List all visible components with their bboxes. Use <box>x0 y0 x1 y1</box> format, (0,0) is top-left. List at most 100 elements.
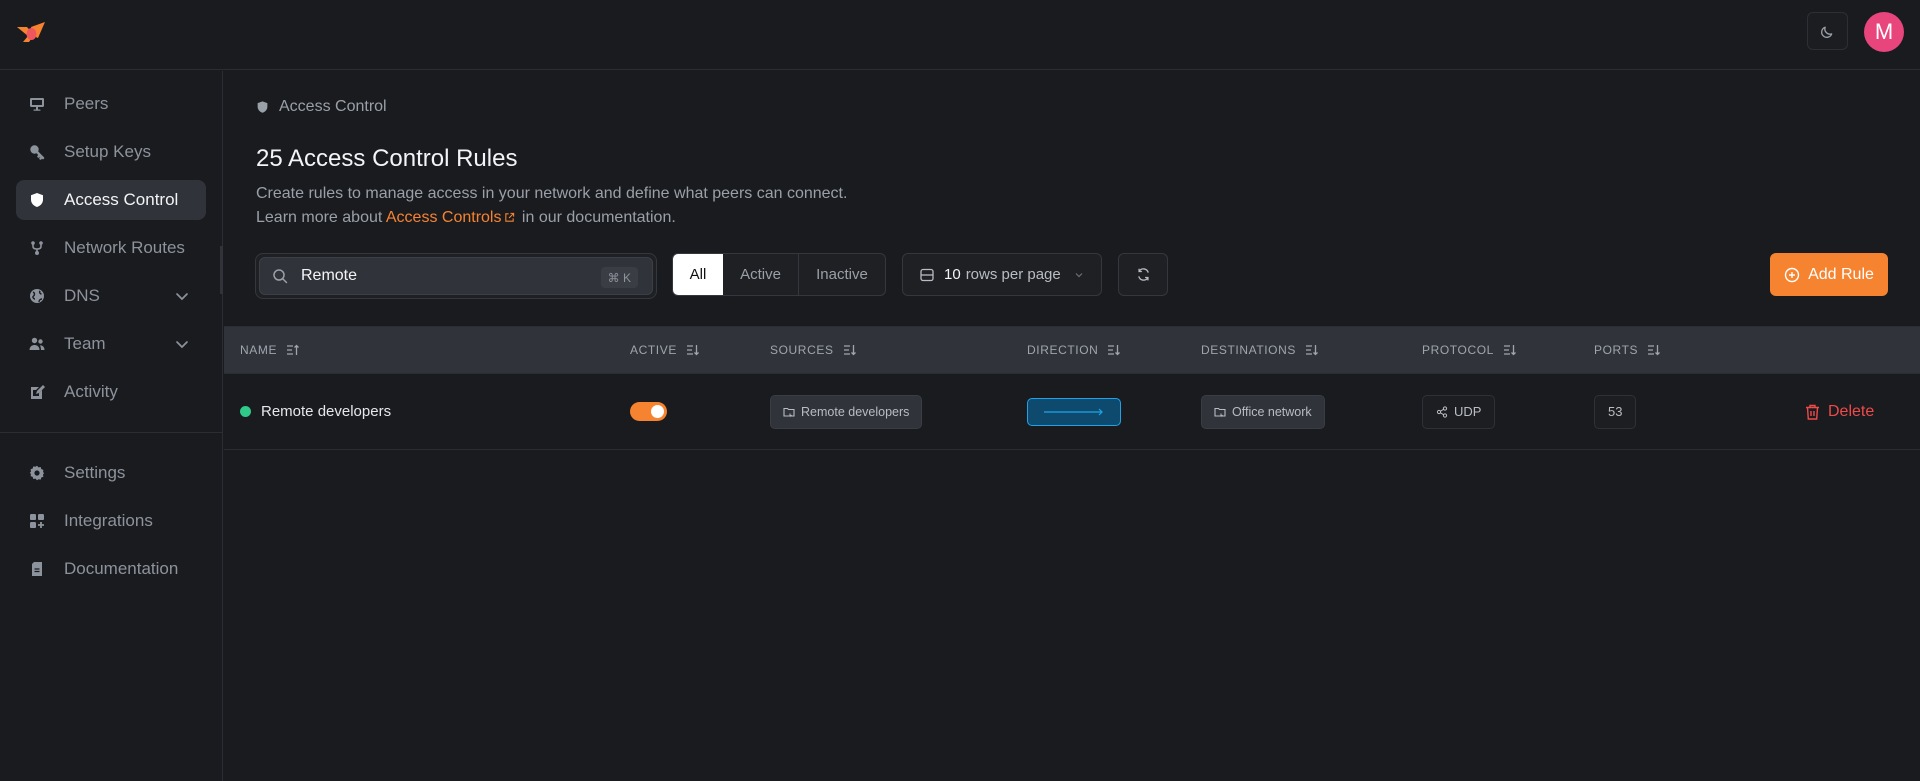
chevron-down-icon[interactable] <box>174 288 190 304</box>
direction-cell <box>1027 374 1121 449</box>
arrow-right-icon <box>1044 408 1103 415</box>
globe-icon <box>28 287 46 305</box>
rows-per-page-count: 10 <box>944 266 961 283</box>
sidebar-divider <box>0 432 222 433</box>
filter-inactive-button[interactable]: Inactive <box>799 254 885 295</box>
user-avatar[interactable]: M <box>1864 12 1904 52</box>
refresh-button[interactable] <box>1118 253 1168 296</box>
shield-icon <box>28 191 46 209</box>
sort-ascending-icon <box>287 344 300 355</box>
share-nodes-icon <box>1436 405 1448 418</box>
protocol-cell: UDP <box>1422 374 1496 449</box>
sidebar-item-label: DNS <box>64 286 100 305</box>
protocol-badge: UDP <box>1422 394 1496 429</box>
search-input[interactable] <box>301 267 581 285</box>
ports-cell: 53 <box>1594 374 1637 449</box>
sidebar-item-activity[interactable]: Activity <box>16 372 206 412</box>
sidebar-item-setup-keys[interactable]: Setup Keys <box>16 132 206 172</box>
rules-table: NAME ACTIVE SOURCES DIRECTION DESTINATIO… <box>224 326 1920 450</box>
sidebar-item-label: Peers <box>64 94 109 113</box>
sidebar-item-settings[interactable]: Settings <box>16 453 206 493</box>
column-header-direction[interactable]: DIRECTION <box>1027 327 1121 373</box>
folder-group-icon <box>783 407 795 417</box>
shield-icon <box>257 101 268 113</box>
sidebar-item-label: Access Control <box>64 190 179 209</box>
filter-active-button[interactable]: Active <box>723 254 799 295</box>
access-controls-docs-link[interactable]: Access Controls <box>386 209 518 226</box>
sidebar-item-label: Activity <box>64 382 118 401</box>
sidebar-item-label: Documentation <box>64 559 179 578</box>
table-header: NAME ACTIVE SOURCES DIRECTION DESTINATIO… <box>224 326 1920 374</box>
status-indicator-active <box>240 406 251 417</box>
destinations-cell: Office network <box>1201 374 1325 449</box>
breadcrumb: Access Control <box>256 98 387 116</box>
delete-rule-button[interactable]: Delete <box>1805 403 1874 421</box>
sidebar-item-network-routes[interactable]: Network Routes <box>16 228 206 268</box>
monitor-icon <box>28 95 46 113</box>
sidebar-item-dns[interactable]: DNS <box>16 276 206 316</box>
sidebar-item-integrations[interactable]: Integrations <box>16 501 206 541</box>
rule-name: Remote developers <box>261 403 392 420</box>
netbird-logo-icon[interactable] <box>16 21 46 43</box>
route-fork-icon <box>28 239 46 257</box>
sidebar-item-label: Network Routes <box>64 238 185 257</box>
sidebar-item-label: Team <box>64 334 106 353</box>
page-title: 25 Access Control Rules <box>256 145 518 172</box>
sort-descending-icon <box>686 345 699 356</box>
sidebar-item-label: Integrations <box>64 511 153 530</box>
sidebar: Peers Setup Keys Access Control Network … <box>0 71 223 781</box>
column-header-destinations[interactable]: DESTINATIONS <box>1201 327 1319 373</box>
sidebar-item-team[interactable]: Team <box>16 324 206 364</box>
rows-per-page-label: rows per page <box>965 266 1061 283</box>
chevron-down-icon[interactable] <box>174 336 190 352</box>
destination-group-chip[interactable]: Office network <box>1201 394 1325 429</box>
breadcrumb-item[interactable]: Access Control <box>279 98 387 116</box>
sidebar-item-access-control[interactable]: Access Control <box>16 180 206 220</box>
sidebar-item-label: Settings <box>64 463 126 482</box>
source-group-chip[interactable]: Remote developers <box>770 394 923 429</box>
rows-icon <box>920 268 934 281</box>
description-text: Learn more about <box>256 209 383 226</box>
sort-descending-icon <box>1108 345 1121 356</box>
search-icon <box>273 269 288 284</box>
rows-per-page-select[interactable]: 10 rows per page <box>902 253 1102 296</box>
sidebar-item-peers[interactable]: Peers <box>16 84 206 124</box>
filter-all-button[interactable]: All <box>673 254 723 295</box>
sidebar-scrollbar[interactable] <box>220 246 223 294</box>
plus-circle-icon <box>1784 267 1800 282</box>
document-icon <box>28 560 46 578</box>
search-box: ⌘ K <box>255 253 657 299</box>
sources-cell: Remote developers <box>770 374 923 449</box>
actions-cell: Delete <box>1805 374 1874 449</box>
column-header-sources[interactable]: SOURCES <box>770 327 857 373</box>
main-content: Access Control 25 Access Control Rules C… <box>224 71 1920 781</box>
table-row[interactable]: Remote developers Remote developers Offi… <box>224 374 1920 450</box>
activity-log-icon <box>28 383 46 401</box>
refresh-icon <box>1137 268 1149 281</box>
description-line: Learn more about Access Controls in our … <box>256 206 847 230</box>
column-header-active[interactable]: ACTIVE <box>630 327 700 373</box>
port-badge: 53 <box>1594 394 1637 429</box>
theme-toggle-button[interactable] <box>1807 12 1848 50</box>
toolbar: ⌘ K All Active Inactive 10 rows per page… <box>224 251 1920 301</box>
active-cell <box>630 374 667 449</box>
add-rule-button[interactable]: Add Rule <box>1770 253 1888 296</box>
chevron-down-icon <box>1075 272 1083 277</box>
status-filter-group: All Active Inactive <box>672 253 886 296</box>
column-header-protocol[interactable]: PROTOCOL <box>1422 327 1517 373</box>
rule-enabled-toggle[interactable] <box>630 402 667 421</box>
column-header-name[interactable]: NAME <box>240 327 300 373</box>
folder-group-icon <box>1214 407 1226 417</box>
description-line: Create rules to manage access in your ne… <box>256 185 848 202</box>
key-icon <box>28 143 46 161</box>
column-header-ports[interactable]: PORTS <box>1594 327 1661 373</box>
direction-toggle-one-way[interactable] <box>1027 397 1121 426</box>
add-rule-label: Add Rule <box>1808 265 1874 283</box>
gear-icon <box>28 464 46 482</box>
page-description: Create rules to manage access in your ne… <box>256 182 847 230</box>
top-bar: M <box>0 0 1920 70</box>
sidebar-item-documentation[interactable]: Documentation <box>16 549 206 589</box>
description-text: in our documentation. <box>521 209 676 226</box>
sort-descending-icon <box>1306 345 1318 356</box>
users-icon <box>28 335 46 353</box>
